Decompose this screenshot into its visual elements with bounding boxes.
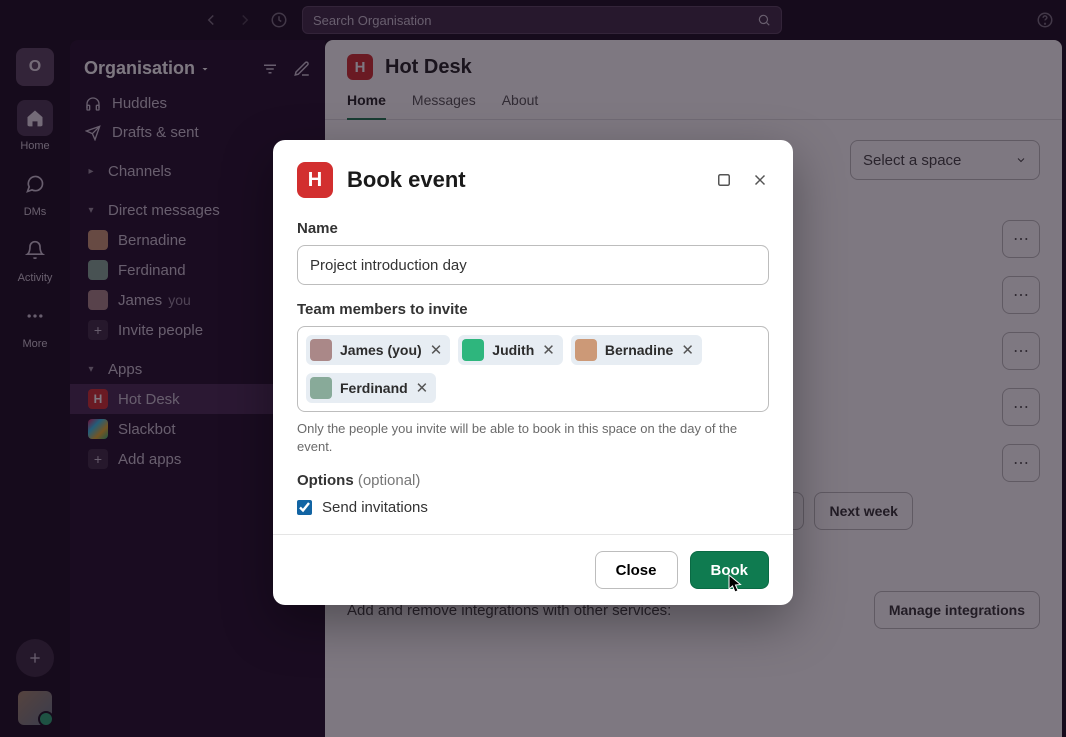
book-button[interactable]: Book	[690, 551, 770, 589]
options-label: Options (optional)	[297, 472, 769, 489]
close-button[interactable]: Close	[595, 551, 678, 589]
expand-icon[interactable]	[715, 171, 733, 189]
hot-desk-icon: H	[297, 162, 333, 198]
modal-title: Book event	[347, 167, 466, 193]
remove-member-icon[interactable]: ✕	[542, 341, 555, 359]
remove-member-icon[interactable]: ✕	[416, 379, 429, 397]
close-icon[interactable]	[751, 171, 769, 189]
remove-member-icon[interactable]: ✕	[430, 341, 443, 359]
send-invitations-input[interactable]	[297, 500, 312, 515]
member-chip: James (you)✕	[306, 335, 450, 365]
book-event-modal: H Book event Name Team members to invite…	[273, 140, 793, 605]
member-chip: Ferdinand✕	[306, 373, 436, 403]
member-chip: Bernadine✕	[571, 335, 702, 365]
members-input[interactable]: James (you)✕ Judith✕ Bernadine✕ Ferdinan…	[297, 326, 769, 412]
members-hint: Only the people you invite will be able …	[297, 420, 769, 456]
send-invitations-checkbox[interactable]: Send invitations	[297, 499, 769, 516]
name-label: Name	[297, 220, 769, 237]
member-chip: Judith✕	[458, 335, 563, 365]
modal-overlay: H Book event Name Team members to invite…	[0, 0, 1066, 737]
event-name-input[interactable]	[297, 245, 769, 285]
members-label: Team members to invite	[297, 301, 769, 318]
remove-member-icon[interactable]: ✕	[681, 341, 694, 359]
